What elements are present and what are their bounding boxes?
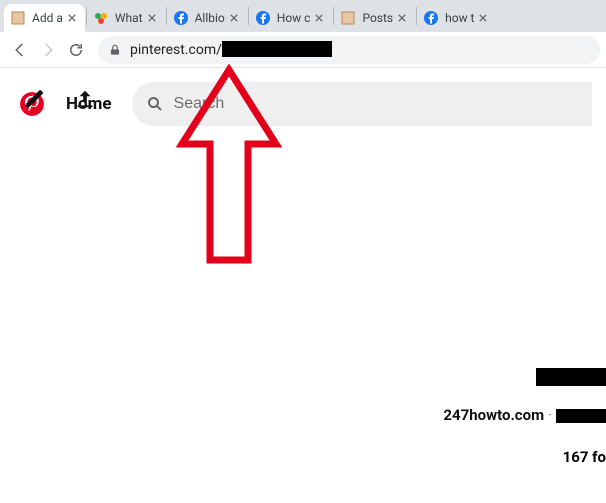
tab-title: Posts (362, 11, 393, 25)
tab-2[interactable]: Allbio (167, 4, 247, 32)
tab-close-icon[interactable] (145, 14, 159, 22)
search-input[interactable] (174, 95, 578, 113)
tab-title: What (115, 11, 143, 25)
tab-close-icon[interactable] (395, 14, 409, 22)
redacted-block (222, 41, 332, 57)
favicon-generic-icon (10, 10, 26, 26)
favicon-facebook-icon (173, 10, 189, 26)
tab-1[interactable]: What (87, 4, 165, 32)
page-content: Home 247howto.com· 167 fo (0, 68, 606, 126)
lock-icon (108, 43, 122, 57)
upload-icon[interactable] (72, 86, 98, 112)
search-icon (146, 95, 164, 113)
favicon-generic-icon (340, 10, 356, 26)
tab-5[interactable]: how t (417, 4, 496, 32)
tab-close-icon[interactable] (476, 14, 490, 22)
tab-3[interactable]: How c (249, 4, 333, 32)
favicon-multicolor-icon (93, 10, 109, 26)
tab-0[interactable]: Add a (4, 4, 85, 32)
search-bar[interactable] (132, 82, 592, 126)
profile-actions (22, 86, 98, 112)
address-bar[interactable]: pinterest.com/ (98, 36, 600, 64)
toolbar: pinterest.com/ (0, 32, 606, 68)
tab-close-icon[interactable] (312, 14, 326, 22)
url-text: pinterest.com/ (130, 42, 332, 58)
tab-title: Add a (32, 11, 63, 25)
redacted-block (536, 368, 606, 386)
tab-strip: Add a What Allbio How c (0, 0, 606, 32)
favicon-facebook-icon (255, 10, 271, 26)
tab-title: how t (445, 11, 474, 25)
edit-icon[interactable] (22, 86, 48, 112)
tab-4[interactable]: Posts (334, 4, 415, 32)
favicon-facebook-icon (423, 10, 439, 26)
tab-close-icon[interactable] (65, 14, 79, 22)
tab-title: How c (277, 11, 311, 25)
forward-button[interactable] (34, 36, 62, 64)
followers-count: 167 fo (563, 448, 606, 466)
redacted-block (556, 409, 606, 423)
profile-site-line: 247howto.com· (443, 406, 606, 424)
tab-close-icon[interactable] (227, 14, 241, 22)
tab-title: Allbio (195, 11, 225, 25)
back-button[interactable] (6, 36, 34, 64)
reload-button[interactable] (62, 36, 90, 64)
profile-site[interactable]: 247howto.com (443, 406, 544, 424)
